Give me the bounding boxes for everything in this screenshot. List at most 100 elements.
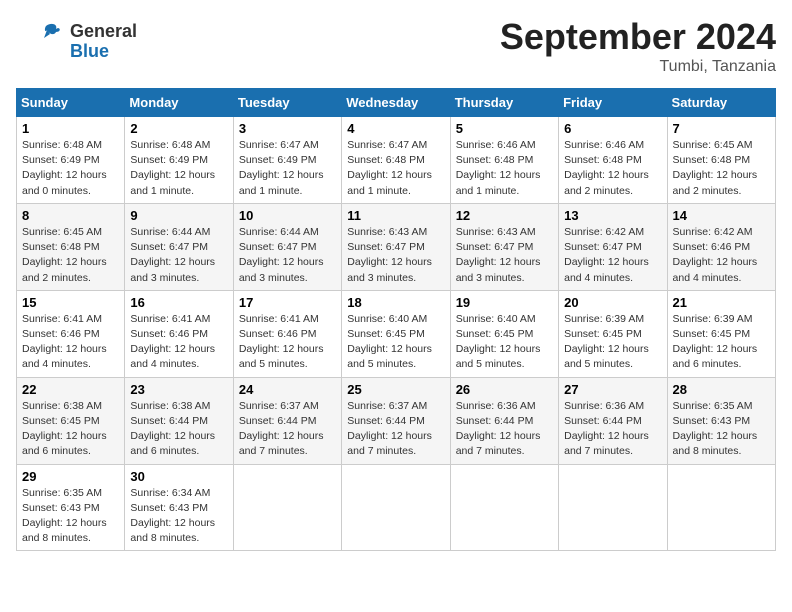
day-number: 9 (130, 208, 227, 223)
day-number: 18 (347, 295, 444, 310)
location: Tumbi, Tanzania (500, 58, 776, 76)
calendar-cell: 7 Sunrise: 6:45 AM Sunset: 6:48 PM Dayli… (667, 117, 775, 204)
logo-text-block: General Blue (70, 22, 137, 62)
day-info: Sunrise: 6:47 AM Sunset: 6:49 PM Dayligh… (239, 138, 336, 199)
calendar-cell: 30 Sunrise: 6:34 AM Sunset: 6:43 PM Dayl… (125, 464, 233, 551)
day-info: Sunrise: 6:38 AM Sunset: 6:44 PM Dayligh… (130, 399, 227, 460)
day-info: Sunrise: 6:34 AM Sunset: 6:43 PM Dayligh… (130, 486, 227, 547)
calendar-cell: 27 Sunrise: 6:36 AM Sunset: 6:44 PM Dayl… (559, 377, 667, 464)
logo: General Blue (16, 16, 137, 68)
title-block: September 2024 Tumbi, Tanzania (500, 16, 776, 76)
week-row-1: 1 Sunrise: 6:48 AM Sunset: 6:49 PM Dayli… (17, 117, 776, 204)
day-info: Sunrise: 6:42 AM Sunset: 6:46 PM Dayligh… (673, 225, 770, 286)
logo-svg (16, 16, 68, 68)
header-sunday: Sunday (17, 89, 125, 117)
calendar-cell: 2 Sunrise: 6:48 AM Sunset: 6:49 PM Dayli… (125, 117, 233, 204)
day-number: 22 (22, 382, 119, 397)
day-number: 24 (239, 382, 336, 397)
day-number: 10 (239, 208, 336, 223)
day-info: Sunrise: 6:46 AM Sunset: 6:48 PM Dayligh… (564, 138, 661, 199)
day-number: 1 (22, 121, 119, 136)
calendar-cell: 26 Sunrise: 6:36 AM Sunset: 6:44 PM Dayl… (450, 377, 558, 464)
day-number: 28 (673, 382, 770, 397)
day-info: Sunrise: 6:41 AM Sunset: 6:46 PM Dayligh… (130, 312, 227, 373)
day-info: Sunrise: 6:41 AM Sunset: 6:46 PM Dayligh… (239, 312, 336, 373)
calendar-cell (667, 464, 775, 551)
day-info: Sunrise: 6:39 AM Sunset: 6:45 PM Dayligh… (564, 312, 661, 373)
day-number: 3 (239, 121, 336, 136)
day-number: 11 (347, 208, 444, 223)
day-info: Sunrise: 6:36 AM Sunset: 6:44 PM Dayligh… (564, 399, 661, 460)
day-info: Sunrise: 6:38 AM Sunset: 6:45 PM Dayligh… (22, 399, 119, 460)
calendar-cell: 16 Sunrise: 6:41 AM Sunset: 6:46 PM Dayl… (125, 290, 233, 377)
calendar-cell: 1 Sunrise: 6:48 AM Sunset: 6:49 PM Dayli… (17, 117, 125, 204)
week-row-2: 8 Sunrise: 6:45 AM Sunset: 6:48 PM Dayli… (17, 203, 776, 290)
day-number: 25 (347, 382, 444, 397)
day-info: Sunrise: 6:48 AM Sunset: 6:49 PM Dayligh… (130, 138, 227, 199)
day-info: Sunrise: 6:35 AM Sunset: 6:43 PM Dayligh… (673, 399, 770, 460)
calendar-cell: 10 Sunrise: 6:44 AM Sunset: 6:47 PM Dayl… (233, 203, 341, 290)
day-info: Sunrise: 6:43 AM Sunset: 6:47 PM Dayligh… (456, 225, 553, 286)
calendar-cell: 20 Sunrise: 6:39 AM Sunset: 6:45 PM Dayl… (559, 290, 667, 377)
day-number: 8 (22, 208, 119, 223)
day-number: 29 (22, 469, 119, 484)
header-wednesday: Wednesday (342, 89, 450, 117)
calendar-cell: 21 Sunrise: 6:39 AM Sunset: 6:45 PM Dayl… (667, 290, 775, 377)
day-number: 6 (564, 121, 661, 136)
calendar-cell: 19 Sunrise: 6:40 AM Sunset: 6:45 PM Dayl… (450, 290, 558, 377)
day-info: Sunrise: 6:45 AM Sunset: 6:48 PM Dayligh… (22, 225, 119, 286)
calendar-cell (233, 464, 341, 551)
calendar-cell: 22 Sunrise: 6:38 AM Sunset: 6:45 PM Dayl… (17, 377, 125, 464)
calendar-cell: 6 Sunrise: 6:46 AM Sunset: 6:48 PM Dayli… (559, 117, 667, 204)
calendar-cell: 28 Sunrise: 6:35 AM Sunset: 6:43 PM Dayl… (667, 377, 775, 464)
week-row-5: 29 Sunrise: 6:35 AM Sunset: 6:43 PM Dayl… (17, 464, 776, 551)
calendar-cell: 9 Sunrise: 6:44 AM Sunset: 6:47 PM Dayli… (125, 203, 233, 290)
day-info: Sunrise: 6:47 AM Sunset: 6:48 PM Dayligh… (347, 138, 444, 199)
header-saturday: Saturday (667, 89, 775, 117)
day-number: 15 (22, 295, 119, 310)
calendar-cell: 4 Sunrise: 6:47 AM Sunset: 6:48 PM Dayli… (342, 117, 450, 204)
day-info: Sunrise: 6:36 AM Sunset: 6:44 PM Dayligh… (456, 399, 553, 460)
day-number: 27 (564, 382, 661, 397)
day-info: Sunrise: 6:44 AM Sunset: 6:47 PM Dayligh… (239, 225, 336, 286)
day-info: Sunrise: 6:41 AM Sunset: 6:46 PM Dayligh… (22, 312, 119, 373)
day-info: Sunrise: 6:43 AM Sunset: 6:47 PM Dayligh… (347, 225, 444, 286)
day-info: Sunrise: 6:40 AM Sunset: 6:45 PM Dayligh… (456, 312, 553, 373)
day-number: 21 (673, 295, 770, 310)
calendar-cell: 3 Sunrise: 6:47 AM Sunset: 6:49 PM Dayli… (233, 117, 341, 204)
calendar-cell: 24 Sunrise: 6:37 AM Sunset: 6:44 PM Dayl… (233, 377, 341, 464)
calendar-cell: 12 Sunrise: 6:43 AM Sunset: 6:47 PM Dayl… (450, 203, 558, 290)
header-thursday: Thursday (450, 89, 558, 117)
logo-general-text: General (70, 22, 137, 42)
day-number: 26 (456, 382, 553, 397)
day-info: Sunrise: 6:45 AM Sunset: 6:48 PM Dayligh… (673, 138, 770, 199)
calendar-cell (559, 464, 667, 551)
header-tuesday: Tuesday (233, 89, 341, 117)
day-info: Sunrise: 6:48 AM Sunset: 6:49 PM Dayligh… (22, 138, 119, 199)
calendar-cell: 18 Sunrise: 6:40 AM Sunset: 6:45 PM Dayl… (342, 290, 450, 377)
week-row-4: 22 Sunrise: 6:38 AM Sunset: 6:45 PM Dayl… (17, 377, 776, 464)
calendar-cell (342, 464, 450, 551)
calendar-cell: 25 Sunrise: 6:37 AM Sunset: 6:44 PM Dayl… (342, 377, 450, 464)
day-number: 12 (456, 208, 553, 223)
day-number: 16 (130, 295, 227, 310)
day-info: Sunrise: 6:40 AM Sunset: 6:45 PM Dayligh… (347, 312, 444, 373)
day-number: 2 (130, 121, 227, 136)
day-info: Sunrise: 6:44 AM Sunset: 6:47 PM Dayligh… (130, 225, 227, 286)
day-number: 13 (564, 208, 661, 223)
calendar-cell: 14 Sunrise: 6:42 AM Sunset: 6:46 PM Dayl… (667, 203, 775, 290)
day-info: Sunrise: 6:42 AM Sunset: 6:47 PM Dayligh… (564, 225, 661, 286)
day-number: 19 (456, 295, 553, 310)
calendar-cell: 8 Sunrise: 6:45 AM Sunset: 6:48 PM Dayli… (17, 203, 125, 290)
calendar-cell: 5 Sunrise: 6:46 AM Sunset: 6:48 PM Dayli… (450, 117, 558, 204)
logo-graphic (16, 16, 68, 68)
calendar-cell: 17 Sunrise: 6:41 AM Sunset: 6:46 PM Dayl… (233, 290, 341, 377)
day-info: Sunrise: 6:46 AM Sunset: 6:48 PM Dayligh… (456, 138, 553, 199)
header-friday: Friday (559, 89, 667, 117)
month-title: September 2024 (500, 16, 776, 58)
logo-blue-text: Blue (70, 42, 137, 62)
calendar-header-row: SundayMondayTuesdayWednesdayThursdayFrid… (17, 89, 776, 117)
day-info: Sunrise: 6:35 AM Sunset: 6:43 PM Dayligh… (22, 486, 119, 547)
day-info: Sunrise: 6:37 AM Sunset: 6:44 PM Dayligh… (347, 399, 444, 460)
calendar-cell: 11 Sunrise: 6:43 AM Sunset: 6:47 PM Dayl… (342, 203, 450, 290)
